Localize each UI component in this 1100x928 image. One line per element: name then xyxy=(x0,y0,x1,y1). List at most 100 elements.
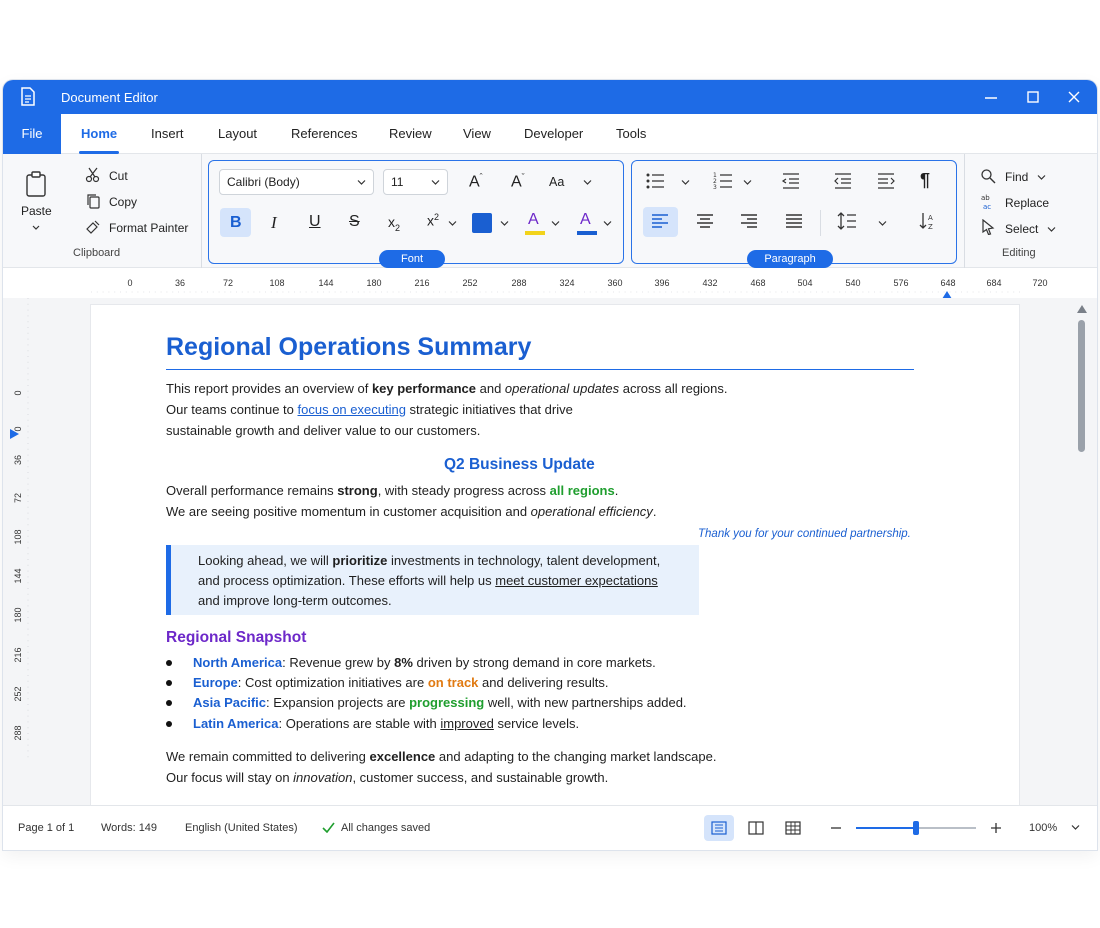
strikethrough-icon[interactable]: S xyxy=(349,213,360,231)
text: . xyxy=(614,483,619,498)
chevron-down-icon[interactable] xyxy=(448,220,457,227)
subscript-icon[interactable]: x2 xyxy=(388,214,400,233)
numbered-list-icon[interactable]: 123 xyxy=(713,171,733,191)
chevron-down-icon[interactable] xyxy=(551,220,560,227)
tab-review[interactable]: Review xyxy=(389,114,432,154)
tab-view[interactable]: View xyxy=(463,114,491,154)
zoom-level[interactable]: 100% xyxy=(1029,822,1057,834)
shading-color-icon[interactable] xyxy=(472,213,492,233)
chevron-down-icon[interactable] xyxy=(878,220,887,227)
bold-text: key performance xyxy=(371,381,476,396)
minimize-icon[interactable] xyxy=(981,87,1001,107)
chevron-down-icon[interactable] xyxy=(681,179,690,186)
text: , with steady progress across xyxy=(377,483,550,498)
chevron-down-icon[interactable] xyxy=(583,179,592,186)
chevron-down-icon[interactable] xyxy=(31,224,41,232)
indent-marker-icon[interactable] xyxy=(10,429,19,439)
hyperlink[interactable]: focus on executing xyxy=(298,402,406,417)
font-size-select[interactable]: 11 xyxy=(383,169,448,195)
find-button[interactable]: Find xyxy=(1005,170,1028,184)
document-icon xyxy=(21,87,35,106)
ruler-tick-label: 648 xyxy=(940,278,956,288)
tab-tools[interactable]: Tools xyxy=(616,114,646,154)
scroll-up-icon[interactable] xyxy=(1077,305,1087,313)
multilevel-list-icon[interactable] xyxy=(781,172,801,190)
tab-home[interactable]: Home xyxy=(78,114,120,154)
scrollbar-thumb[interactable] xyxy=(1078,320,1085,452)
shrink-font-icon[interactable]: Aˇ xyxy=(511,172,525,191)
tab-insert[interactable]: Insert xyxy=(151,114,184,154)
paste-icon[interactable] xyxy=(24,170,48,198)
zoom-out-icon[interactable] xyxy=(830,823,842,833)
align-right-icon[interactable] xyxy=(740,213,758,229)
language-status[interactable]: English (United States) xyxy=(185,822,298,834)
tab-file[interactable]: File xyxy=(3,114,61,154)
paste-button[interactable]: Paste xyxy=(21,204,52,218)
zoom-slider[interactable] xyxy=(856,821,976,835)
underline-icon[interactable]: U xyxy=(309,213,321,231)
copy-icon[interactable] xyxy=(85,193,101,209)
decrease-indent-icon[interactable] xyxy=(833,172,853,190)
sort-icon[interactable]: AZ xyxy=(918,211,938,231)
tab-references[interactable]: References xyxy=(291,114,357,154)
align-center-icon[interactable] xyxy=(696,213,714,229)
read-mode-icon[interactable] xyxy=(748,821,764,835)
bullet-list-icon[interactable] xyxy=(645,172,665,190)
text: Our teams continue to xyxy=(166,402,298,417)
format-painter-button[interactable]: Format Painter xyxy=(109,221,188,235)
highlight-color-swatch xyxy=(525,231,545,235)
text: . xyxy=(652,504,657,519)
text: strategic initiatives that drive xyxy=(405,402,573,417)
grow-font-icon[interactable]: Aˆ xyxy=(469,172,483,191)
tab-layout[interactable]: Layout xyxy=(218,114,257,154)
web-layout-icon[interactable] xyxy=(785,821,801,835)
text: and process optimization. These efforts … xyxy=(198,573,496,588)
cursor-icon[interactable] xyxy=(981,219,995,235)
font-family-value: Calibri (Body) xyxy=(227,175,300,189)
scissors-icon[interactable] xyxy=(85,167,101,183)
chevron-down-icon[interactable] xyxy=(1047,226,1056,233)
zoom-in-icon[interactable] xyxy=(990,822,1002,834)
highlight-icon[interactable]: A xyxy=(528,211,539,229)
increase-indent-icon[interactable] xyxy=(876,172,896,190)
chevron-down-icon[interactable] xyxy=(1071,824,1080,831)
search-icon[interactable] xyxy=(980,168,996,184)
performance-line-1: Overall performance remains strong, with… xyxy=(166,483,618,498)
region-name: Asia Pacific xyxy=(193,695,266,710)
show-formatting-icon[interactable]: ¶ xyxy=(920,170,930,191)
document-canvas: Regional Operations Summary This report … xyxy=(3,298,1097,805)
chevron-down-icon[interactable] xyxy=(743,179,752,186)
replace-button[interactable]: Replace xyxy=(1005,196,1049,210)
chevron-down-icon[interactable] xyxy=(1037,174,1046,181)
maximize-icon[interactable] xyxy=(1023,87,1043,107)
zoom-slider-thumb[interactable] xyxy=(913,821,919,835)
closing-line-2: Our focus will stay on innovation, custo… xyxy=(166,770,608,785)
change-case-button[interactable]: Aa xyxy=(549,175,564,189)
callout-box: Looking ahead, we will prioritize invest… xyxy=(166,545,699,615)
cut-button[interactable]: Cut xyxy=(109,169,128,183)
horizontal-ruler[interactable]: 0 36 72 108 144 180 216 252 288 324 360 … xyxy=(91,274,1048,299)
font-family-select[interactable]: Calibri (Body) xyxy=(219,169,374,195)
format-painter-icon[interactable] xyxy=(85,219,101,235)
line-spacing-icon[interactable] xyxy=(837,211,857,231)
replace-icon[interactable]: abac xyxy=(980,193,996,211)
ruler-tick-label: 360 xyxy=(607,278,623,288)
superscript-icon[interactable]: x2 xyxy=(427,212,439,229)
ruler-tick-label: 324 xyxy=(559,278,575,288)
text: and xyxy=(476,381,505,396)
justify-icon[interactable] xyxy=(785,213,803,229)
italic-icon[interactable]: I xyxy=(271,213,277,233)
close-icon[interactable] xyxy=(1064,87,1084,107)
chevron-down-icon[interactable] xyxy=(500,220,509,227)
font-color-icon[interactable]: A xyxy=(580,211,591,229)
select-button[interactable]: Select xyxy=(1005,222,1038,236)
italic-text: innovation xyxy=(293,770,353,785)
italic-text: operational efficiency xyxy=(530,504,653,519)
vertical-ruler[interactable]: 0 0 36 72 108 144 180 216 252 288 xyxy=(5,298,31,758)
page-count: Page 1 of 1 xyxy=(18,822,75,834)
copy-button[interactable]: Copy xyxy=(109,195,137,209)
document-page[interactable]: Regional Operations Summary This report … xyxy=(91,305,1019,805)
bold-text: 8% xyxy=(394,655,413,670)
chevron-down-icon[interactable] xyxy=(603,220,612,227)
tab-developer[interactable]: Developer xyxy=(524,114,583,154)
